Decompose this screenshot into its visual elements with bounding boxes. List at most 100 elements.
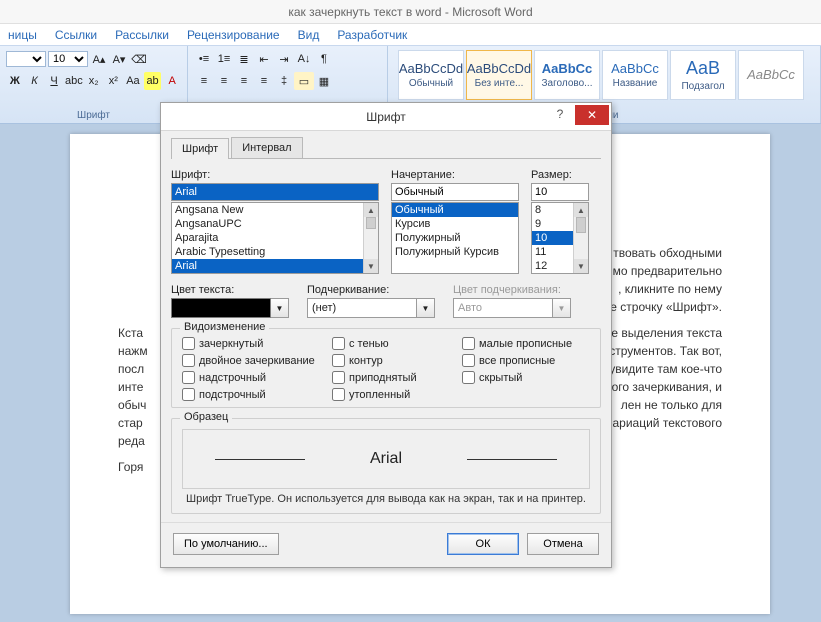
tab-pages[interactable]: ницы bbox=[8, 28, 37, 42]
numbering-icon[interactable]: 1≡ bbox=[214, 50, 234, 68]
list-item[interactable]: Angsana New bbox=[172, 203, 378, 217]
default-button[interactable]: По умолчанию... bbox=[173, 533, 279, 555]
dialog-titlebar[interactable]: Шрифт ? ✕ bbox=[161, 103, 611, 131]
tab-view[interactable]: Вид bbox=[298, 28, 320, 42]
strike-button[interactable]: abc bbox=[65, 72, 83, 90]
list-item[interactable]: Arabic Typesetting bbox=[172, 245, 378, 259]
close-button[interactable]: ✕ bbox=[575, 105, 609, 125]
font-color-button[interactable]: A bbox=[163, 72, 181, 90]
underline-button[interactable]: Ч bbox=[45, 72, 63, 90]
ribbon-font-family[interactable] bbox=[6, 51, 46, 67]
scroll-down-icon[interactable]: ▼ bbox=[574, 259, 588, 273]
list-item[interactable]: Полужирный bbox=[392, 231, 518, 245]
scroll-thumb[interactable] bbox=[366, 217, 376, 229]
chevron-down-icon[interactable]: ▼ bbox=[417, 298, 435, 318]
justify-icon[interactable]: ≡ bbox=[254, 72, 274, 90]
scroll-thumb[interactable] bbox=[576, 217, 586, 233]
scroll-up-icon[interactable]: ▲ bbox=[574, 203, 588, 217]
chk-outline[interactable]: контур bbox=[332, 354, 462, 367]
effects-group: Видоизменение зачеркнутый с тенью малые … bbox=[171, 328, 601, 408]
effects-legend: Видоизменение bbox=[180, 321, 269, 333]
subscript-button[interactable]: x₂ bbox=[85, 72, 103, 90]
align-center-icon[interactable]: ≡ bbox=[214, 72, 234, 90]
label-underline-color: Цвет подчеркивания: bbox=[453, 284, 571, 296]
indent-dec-icon[interactable]: ⇤ bbox=[254, 50, 274, 68]
tab-spacing[interactable]: Интервал bbox=[231, 137, 302, 158]
scroll-up-icon[interactable]: ▲ bbox=[364, 203, 378, 217]
pilcrow-icon[interactable]: ¶ bbox=[314, 50, 334, 68]
list-item[interactable]: Полужирный Курсив bbox=[392, 245, 518, 259]
font-listbox[interactable]: Angsana New AngsanaUPC Aparajita Arabic … bbox=[171, 202, 379, 274]
indent-inc-icon[interactable]: ⇥ bbox=[274, 50, 294, 68]
list-item[interactable]: Обычный bbox=[392, 203, 518, 217]
ok-button[interactable]: ОК bbox=[447, 533, 519, 555]
cancel-button[interactable]: Отмена bbox=[527, 533, 599, 555]
ribbon-font-size[interactable]: 10 bbox=[48, 51, 88, 67]
underline-dropdown[interactable]: (нет) ▼ bbox=[307, 298, 435, 318]
chk-strike[interactable]: зачеркнутый bbox=[182, 337, 332, 350]
style-tile-more[interactable]: AaBbCc bbox=[738, 50, 804, 100]
list-item[interactable]: Arial bbox=[172, 259, 378, 273]
size-input[interactable] bbox=[531, 183, 589, 201]
help-button[interactable]: ? bbox=[545, 103, 575, 125]
list-item[interactable]: Курсив bbox=[392, 217, 518, 231]
sort-icon[interactable]: A↓ bbox=[294, 50, 314, 68]
tab-review[interactable]: Рецензирование bbox=[187, 28, 280, 42]
chk-shadow[interactable]: с тенью bbox=[332, 337, 462, 350]
change-case-button[interactable]: Aa bbox=[124, 72, 142, 90]
doc-text: Горя bbox=[118, 458, 148, 476]
borders-icon[interactable]: ▦ bbox=[314, 72, 334, 90]
bullets-icon[interactable]: •≡ bbox=[194, 50, 214, 68]
grow-font-icon[interactable]: A▴ bbox=[90, 50, 108, 68]
scrollbar[interactable]: ▲ ▼ bbox=[363, 203, 378, 273]
chk-smallcaps[interactable]: малые прописные bbox=[462, 337, 602, 350]
italic-button[interactable]: К bbox=[26, 72, 44, 90]
sample-note: Шрифт TrueType. Он используется для выво… bbox=[182, 493, 590, 505]
font-input[interactable] bbox=[171, 183, 379, 201]
dialog-footer: По умолчанию... ОК Отмена bbox=[161, 522, 611, 567]
tab-font[interactable]: Шрифт bbox=[171, 138, 229, 159]
chk-hidden[interactable]: скрытый bbox=[462, 371, 602, 384]
tab-links[interactable]: Ссылки bbox=[55, 28, 97, 42]
tab-developer[interactable]: Разработчик bbox=[337, 28, 407, 42]
clear-format-icon[interactable]: ⌫ bbox=[130, 50, 148, 68]
chk-sub[interactable]: подстрочный bbox=[182, 388, 332, 401]
multilevel-icon[interactable]: ≣ bbox=[234, 50, 254, 68]
tab-mailings[interactable]: Рассылки bbox=[115, 28, 169, 42]
label-style: Начертание: bbox=[391, 169, 521, 181]
scrollbar[interactable]: ▲ ▼ bbox=[573, 203, 588, 273]
chk-engrave[interactable]: утопленный bbox=[332, 388, 462, 401]
underline-color-dropdown: Авто ▼ bbox=[453, 298, 571, 318]
list-item[interactable]: Aparajita bbox=[172, 231, 378, 245]
sample-legend: Образец bbox=[180, 411, 232, 423]
doc-text: стар bbox=[118, 414, 148, 432]
style-input[interactable] bbox=[391, 183, 519, 201]
chk-allcaps[interactable]: все прописные bbox=[462, 354, 602, 367]
line-spacing-icon[interactable]: ‡ bbox=[274, 72, 294, 90]
chk-dstrike[interactable]: двойное зачеркивание bbox=[182, 354, 332, 367]
style-tile-nospacing[interactable]: AaBbCcDdБез инте... bbox=[466, 50, 532, 100]
shading-icon[interactable]: ▭ bbox=[294, 72, 314, 90]
shrink-font-icon[interactable]: A▾ bbox=[110, 50, 128, 68]
chevron-down-icon: ▼ bbox=[553, 298, 571, 318]
bold-button[interactable]: Ж bbox=[6, 72, 24, 90]
align-left-icon[interactable]: ≡ bbox=[194, 72, 214, 90]
font-color-dropdown[interactable]: ▼ bbox=[171, 298, 289, 318]
superscript-button[interactable]: x² bbox=[105, 72, 123, 90]
size-listbox[interactable]: 8 9 10 11 12 ▲ ▼ bbox=[531, 202, 589, 274]
style-tile-normal[interactable]: AaBbCcDdОбычный bbox=[398, 50, 464, 100]
style-listbox[interactable]: Обычный Курсив Полужирный Полужирный Кур… bbox=[391, 202, 519, 274]
scroll-down-icon[interactable]: ▼ bbox=[364, 259, 378, 273]
style-tile-subtitle[interactable]: AaBПодзагол bbox=[670, 50, 736, 100]
sample-box: Arial bbox=[182, 429, 590, 489]
align-right-icon[interactable]: ≡ bbox=[234, 72, 254, 90]
style-tile-heading1[interactable]: AaBbCcЗаголово... bbox=[534, 50, 600, 100]
style-tile-title[interactable]: AaBbCcНазвание bbox=[602, 50, 668, 100]
chk-super[interactable]: надстрочный bbox=[182, 371, 332, 384]
highlight-button[interactable]: ab bbox=[144, 72, 162, 90]
dialog-title: Шрифт bbox=[366, 110, 405, 124]
list-item[interactable]: AngsanaUPC bbox=[172, 217, 378, 231]
sample-text: Arial bbox=[370, 450, 402, 468]
chevron-down-icon[interactable]: ▼ bbox=[271, 298, 289, 318]
chk-emboss[interactable]: приподнятый bbox=[332, 371, 462, 384]
